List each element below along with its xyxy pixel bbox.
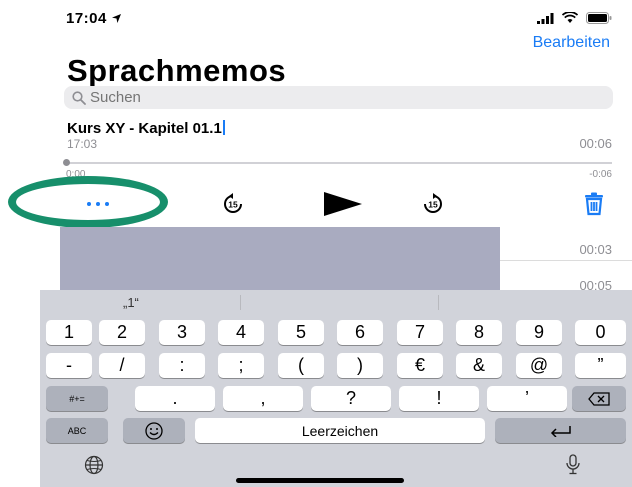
text-caret [222, 120, 225, 135]
skip-back-label: 15 [228, 200, 238, 210]
status-time: 17:04 [66, 10, 121, 27]
memo-title[interactable]: Kurs XY - Kapitel 01.1 [67, 120, 225, 137]
remaining-time: -0:06 [589, 169, 612, 180]
suggestion-divider [240, 295, 241, 310]
key-period[interactable]: . [135, 386, 215, 411]
keyboard: „1“ 1 2 3 4 5 6 7 8 9 0 - / : ; ( ) € & … [40, 290, 632, 487]
backspace-icon [588, 391, 610, 406]
suggestion-item[interactable]: „1“ [123, 295, 139, 310]
skip-back-button[interactable]: 15 [222, 193, 244, 220]
key-colon[interactable]: : [159, 353, 205, 378]
play-button[interactable] [322, 191, 364, 222]
search-input[interactable] [90, 89, 490, 106]
skip-forward-label: 15 [428, 200, 438, 210]
key-slash[interactable]: / [99, 353, 145, 378]
globe-icon [84, 455, 104, 475]
key-6[interactable]: 6 [337, 320, 383, 345]
more-options-button[interactable] [77, 194, 119, 214]
key-7[interactable]: 7 [397, 320, 443, 345]
microphone-icon [566, 454, 580, 475]
list-divider [500, 260, 632, 261]
key-question[interactable]: ? [311, 386, 391, 411]
scrubber-handle[interactable] [63, 159, 70, 166]
key-close-paren[interactable]: ) [337, 353, 383, 378]
key-9[interactable]: 9 [516, 320, 562, 345]
memo-title-text: Kurs XY - Kapitel 01.1 [67, 120, 222, 137]
status-bar: 17:04 [0, 0, 632, 36]
search-bar[interactable] [64, 86, 613, 109]
key-comma[interactable]: , [223, 386, 303, 411]
backspace-key[interactable] [572, 386, 626, 411]
play-icon [324, 192, 362, 216]
wifi-icon [562, 12, 578, 23]
search-icon [72, 90, 86, 105]
list-item-duration: 00:03 [579, 242, 612, 257]
emoji-icon [145, 421, 163, 440]
return-key[interactable] [495, 418, 626, 443]
dimmed-overlay [60, 227, 500, 292]
suggestion-bar: „1“ [40, 290, 632, 316]
skip-forward-icon: 15 [424, 193, 442, 213]
globe-button[interactable] [84, 455, 104, 480]
emoji-key[interactable] [123, 418, 185, 443]
key-semicolon[interactable]: ; [218, 353, 264, 378]
page-title: Sprachmemos [67, 53, 287, 88]
suggestion-divider [438, 295, 439, 310]
home-indicator[interactable] [236, 478, 404, 483]
key-apostrophe[interactable]: ’ [487, 386, 567, 411]
status-icons [537, 12, 612, 24]
key-open-paren[interactable]: ( [278, 353, 324, 378]
edit-button[interactable]: Bearbeiten [533, 34, 610, 52]
key-1[interactable]: 1 [46, 320, 92, 345]
key-3[interactable]: 3 [159, 320, 205, 345]
key-ampersand[interactable]: & [456, 353, 502, 378]
key-euro[interactable]: € [397, 353, 443, 378]
key-8[interactable]: 8 [456, 320, 502, 345]
memo-time: 17:03 [67, 137, 98, 151]
status-time-text: 17:04 [66, 10, 107, 27]
delete-button[interactable] [582, 192, 606, 221]
key-exclamation[interactable]: ! [399, 386, 479, 411]
key-hyphen[interactable]: - [46, 353, 92, 378]
trash-icon [585, 192, 603, 216]
return-icon [550, 425, 571, 437]
abc-key[interactable]: ABC [46, 418, 108, 443]
location-arrow-icon [111, 14, 121, 23]
ellipsis-icon [87, 202, 91, 206]
skip-back-icon: 15 [224, 193, 242, 213]
symbols-key[interactable]: #+= [46, 386, 108, 411]
key-0[interactable]: 0 [575, 320, 626, 345]
ellipsis-icon [105, 202, 109, 206]
memo-duration: 00:06 [579, 136, 612, 151]
space-key[interactable]: Leerzeichen [195, 418, 485, 443]
key-at[interactable]: @ [516, 353, 562, 378]
ellipsis-icon [96, 202, 100, 206]
battery-icon [586, 12, 612, 24]
key-quote[interactable]: ” [575, 353, 626, 378]
dictation-button[interactable] [564, 454, 582, 481]
playback-scrubber[interactable] [63, 159, 612, 166]
key-5[interactable]: 5 [278, 320, 324, 345]
signal-icon [537, 12, 554, 24]
key-2[interactable]: 2 [99, 320, 145, 345]
skip-forward-button[interactable]: 15 [422, 193, 444, 220]
key-4[interactable]: 4 [218, 320, 264, 345]
